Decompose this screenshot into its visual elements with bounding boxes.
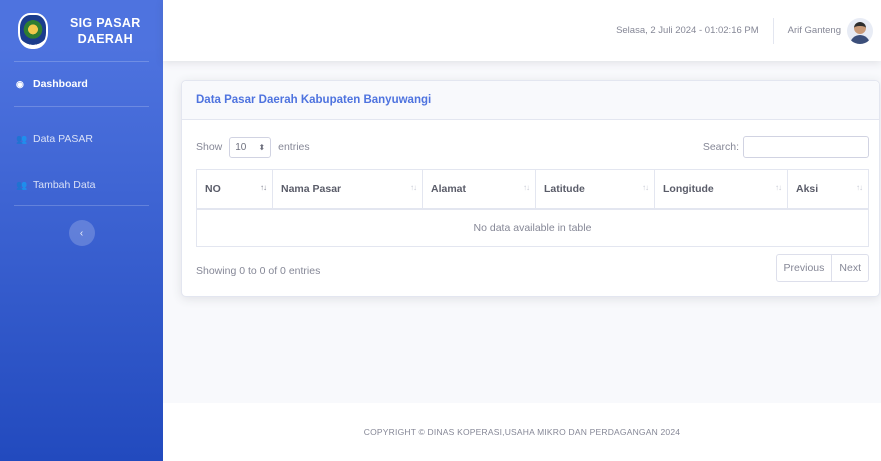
search-input[interactable] — [743, 136, 869, 158]
show-label: Show — [196, 140, 223, 153]
entries-label: entries — [278, 140, 310, 153]
data-table: NO ↑↓ Nama Pasar ↑↓ Alamat ↑↓ Latitude ↑… — [196, 169, 869, 247]
column-header-no[interactable]: NO ↑↓ — [196, 169, 273, 210]
next-button[interactable]: Next — [831, 255, 868, 281]
datetime-display: Selasa, 2 Juli 2024 - 01:02:16 PM — [616, 17, 774, 44]
data-card: Data Pasar Daerah Kabupaten Banyuwangi S… — [181, 80, 880, 297]
column-header-aksi[interactable]: Aksi ↑↓ — [787, 169, 869, 210]
brand-title-line1: SIG PASAR — [70, 15, 141, 30]
column-header-alamat[interactable]: Alamat ↑↓ — [422, 169, 536, 210]
chevron-left-icon: ‹ — [79, 227, 84, 239]
sidebar-item-data-pasar[interactable]: 👥 Data PASAR — [0, 127, 163, 151]
empty-table-message: No data available in table — [196, 208, 869, 247]
column-header-longitude[interactable]: Longitude ↑↓ — [654, 169, 788, 210]
brand-logo — [18, 12, 48, 49]
sidebar-toggle-button[interactable]: ‹ — [68, 220, 95, 246]
table-row: No data available in table — [196, 208, 869, 247]
footer: COPYRIGHT © DINAS KOPERASI,USAHA MIKRO D… — [163, 403, 881, 461]
avatar[interactable] — [847, 17, 873, 44]
sidebar-item-label: Dashboard — [33, 78, 88, 90]
sort-icon: ↑↓ — [642, 183, 649, 192]
table-info: Showing 0 to 0 of 0 entries — [196, 265, 321, 277]
tachometer-icon: ◉ — [16, 78, 24, 89]
column-header-nama-pasar[interactable]: Nama Pasar ↑↓ — [272, 169, 423, 210]
sidebar-item-label: Tambah Data — [33, 179, 96, 191]
sort-icon: ↑↓ — [260, 183, 267, 192]
sort-icon: ↑↓ — [856, 183, 863, 192]
column-header-latitude[interactable]: Latitude ↑↓ — [535, 169, 655, 210]
pagination: Previous Next — [775, 254, 869, 282]
sort-icon: ↑↓ — [523, 183, 530, 192]
search-label: Search: — [702, 141, 739, 153]
users-icon: 👥 — [16, 133, 28, 144]
sidebar: SIG PASAR DAERAH ◉ Dashboard 👥 Data PASA… — [0, 0, 163, 461]
sidebar-item-dashboard[interactable]: ◉ Dashboard — [0, 62, 163, 106]
sidebar-item-tambah-data[interactable]: 👥 Tambah Data — [0, 173, 163, 197]
sort-icon: ↑↓ — [775, 183, 782, 192]
card-title: Data Pasar Daerah Kabupaten Banyuwangi — [196, 94, 432, 106]
search-control: Search: — [703, 136, 869, 158]
topbar: Selasa, 2 Juli 2024 - 01:02:16 PM Arif G… — [163, 0, 881, 61]
users-icon: 👥 — [16, 179, 28, 190]
entries-select[interactable]: 10 ⬍ — [229, 136, 272, 158]
brand[interactable]: SIG PASAR DAERAH — [0, 0, 163, 61]
sort-icon: ↑↓ — [410, 183, 417, 192]
length-control: Show 10 ⬍ entries — [196, 136, 310, 158]
table-controls: Show 10 ⬍ entries Search: — [196, 135, 869, 159]
entries-select-value: 10 — [235, 141, 247, 153]
sidebar-divider — [14, 205, 149, 206]
table-header-row: NO ↑↓ Nama Pasar ↑↓ Alamat ↑↓ Latitude ↑… — [196, 169, 869, 210]
copyright-text: COPYRIGHT © DINAS KOPERASI,USAHA MIKRO D… — [363, 427, 681, 437]
brand-title-line2: DAERAH — [77, 31, 133, 46]
sidebar-item-label: Data PASAR — [33, 133, 93, 145]
user-name[interactable]: Arif Ganteng — [788, 25, 841, 36]
sidebar-divider — [14, 106, 149, 107]
sort-updown-icon: ⬍ — [258, 142, 266, 152]
card-header: Data Pasar Daerah Kabupaten Banyuwangi — [182, 81, 879, 120]
previous-button[interactable]: Previous — [777, 255, 832, 281]
